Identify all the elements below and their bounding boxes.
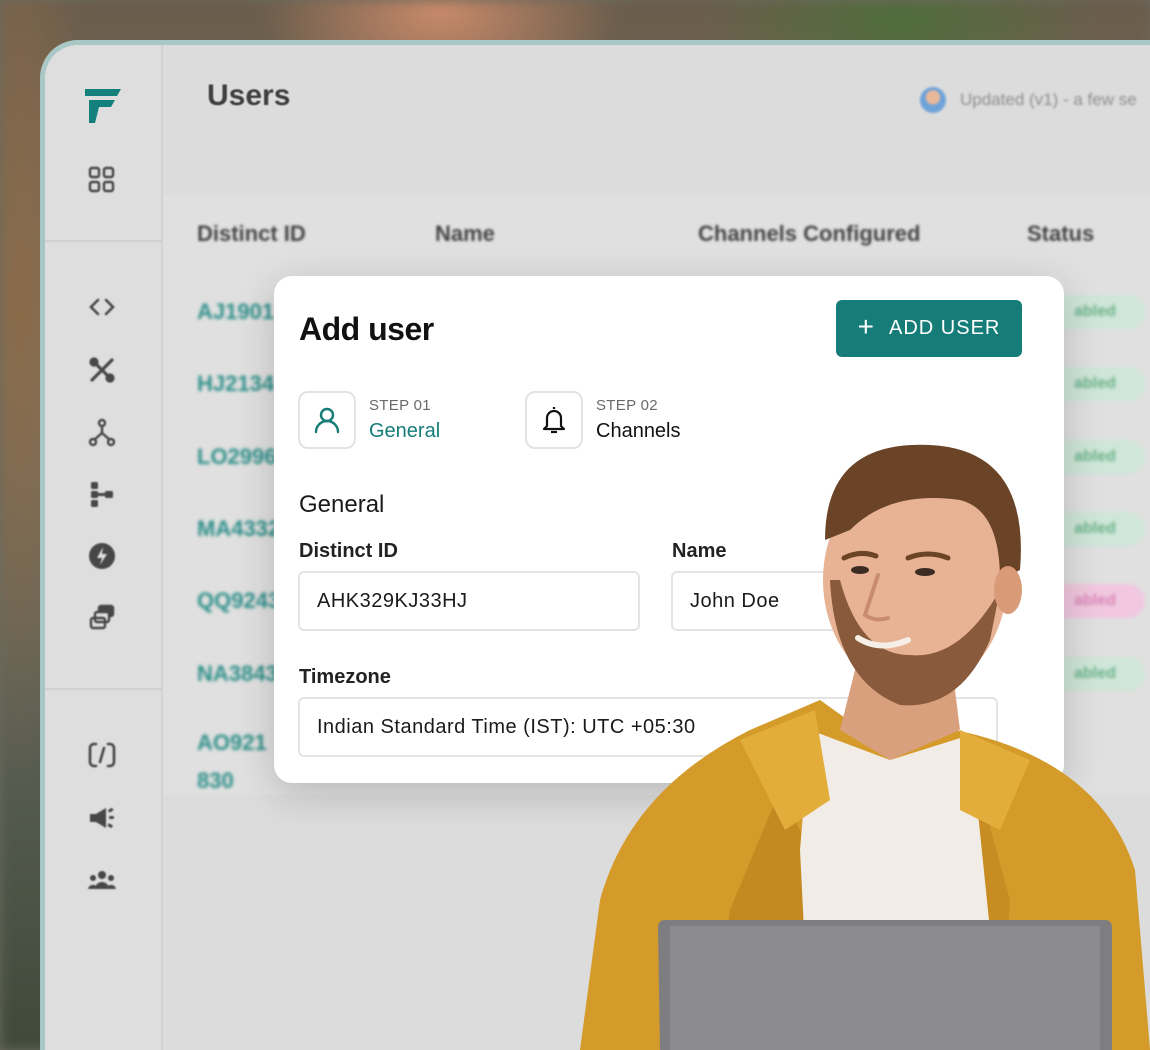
add-user-button-label: ADD USER bbox=[889, 317, 1001, 339]
workflow-icon[interactable] bbox=[85, 415, 119, 449]
person-photo bbox=[580, 444, 1150, 1050]
table-row-id[interactable]: AJ1901 bbox=[197, 299, 274, 325]
section-heading: General bbox=[299, 491, 385, 518]
loop-icon[interactable] bbox=[85, 738, 119, 772]
layers-icon[interactable] bbox=[85, 600, 119, 634]
tools-icon[interactable] bbox=[85, 353, 119, 387]
column-header-status[interactable]: Status bbox=[1027, 221, 1094, 247]
table-row-id[interactable]: LO2996 bbox=[197, 444, 277, 470]
megaphone-icon[interactable] bbox=[85, 801, 119, 835]
distinct-id-label: Distinct ID bbox=[299, 540, 398, 562]
bolt-icon[interactable] bbox=[85, 539, 119, 573]
step-number: STEP 02 bbox=[596, 397, 658, 414]
updated-text: Updated (v1) - a few se bbox=[960, 90, 1137, 109]
column-header-name[interactable]: Name bbox=[435, 221, 495, 247]
avatar bbox=[920, 87, 946, 113]
table-row-id[interactable]: AO921 bbox=[197, 730, 267, 756]
table-row-id[interactable]: HJ2134 bbox=[197, 371, 274, 397]
page-title: Users bbox=[207, 79, 291, 112]
table-row-id[interactable]: NA3843 bbox=[197, 661, 278, 687]
table-row-id[interactable]: MA4332 bbox=[197, 516, 280, 542]
timezone-label: Timezone bbox=[299, 666, 391, 688]
updated-indicator: Updated (v1) - a few se bbox=[920, 87, 1137, 113]
code-icon[interactable] bbox=[85, 290, 119, 324]
plus-icon: + bbox=[857, 311, 875, 342]
table-row-id-continued[interactable]: 830 bbox=[197, 768, 234, 794]
modal-title: Add user bbox=[299, 311, 434, 347]
sidebar-divider bbox=[45, 688, 163, 690]
step-general[interactable]: STEP 01 General bbox=[298, 391, 440, 449]
sidebar-divider bbox=[45, 240, 163, 242]
column-header-distinct-id[interactable]: Distinct ID bbox=[197, 221, 306, 247]
step-general-box bbox=[298, 391, 356, 449]
step-number: STEP 01 bbox=[369, 397, 431, 414]
column-header-channels[interactable]: Channels Configured bbox=[698, 221, 920, 247]
dashboard-icon[interactable] bbox=[85, 163, 119, 197]
add-user-button[interactable]: + ADD USER bbox=[836, 300, 1022, 357]
logo-icon bbox=[85, 89, 121, 123]
user-icon bbox=[314, 407, 340, 434]
users-icon[interactable] bbox=[85, 863, 119, 897]
table-row-id[interactable]: QQ9243 bbox=[197, 588, 280, 614]
sidebar bbox=[45, 45, 163, 1050]
step-name: General bbox=[369, 420, 441, 442]
tree-icon[interactable] bbox=[85, 477, 119, 511]
